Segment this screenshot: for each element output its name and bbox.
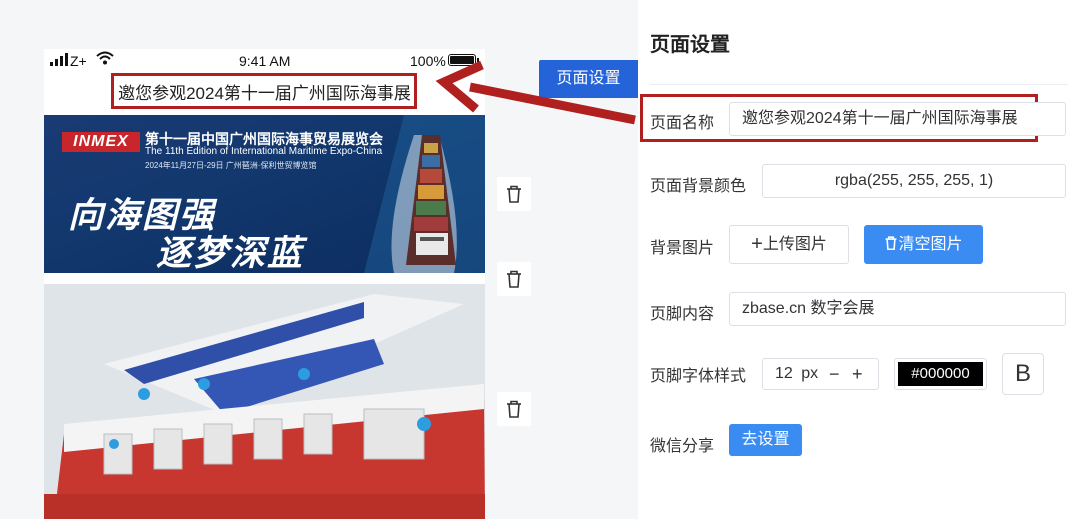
inmex-logo: INMEX [62,132,140,152]
phone-preview: Z+ 9:41 AM 100% 邀您参观2024第十一届广州国际海事展 INME… [44,49,485,519]
footer-label: 页脚内容 [650,306,715,323]
bg-image-label: 背景图片 [650,240,715,257]
footer-content-input[interactable]: zbase.cn 数字会展 [729,292,1066,326]
plus-icon: + [751,233,763,255]
footer-style-label: 页脚字体样式 [650,368,747,385]
trash-icon [507,185,521,203]
trash-icon [507,400,521,418]
trash-icon [507,270,521,288]
bold-toggle[interactable]: B [1002,353,1044,395]
clear-image-button[interactable]: 清空图片 [864,225,983,264]
color-value: #000000 [898,362,983,386]
status-bar: Z+ 9:41 AM 100% [44,49,485,72]
signal-icon [50,52,68,66]
banner-date: 2024年11月27日-29日 广州琶洲·保利世贸博览馆 [145,161,317,170]
divider [650,84,1068,85]
font-size-stepper[interactable]: 12 px − + [762,358,879,390]
increase-button[interactable]: + [852,359,863,389]
page-name-input[interactable]: 邀您参观2024第十一届广州国际海事展 [729,102,1066,136]
status-time: 9:41 AM [239,53,291,69]
delete-image-button[interactable] [497,392,531,426]
wifi-icon [96,51,114,68]
footer-color-picker[interactable]: #000000 [894,358,987,390]
delete-photo-button[interactable] [497,262,531,296]
panel-heading: 页面设置 [650,34,730,56]
upload-image-button[interactable]: +上传图片 [729,225,849,264]
font-size-value: 12 [775,365,793,382]
delete-banner-button[interactable] [497,177,531,211]
red-arrow-annotation [435,60,636,125]
banner-slogan-2: 逐梦深蓝 [156,234,305,273]
wechat-share-label: 微信分享 [650,438,715,455]
font-size-unit: px [801,365,819,382]
bg-color-label: 页面背景颜色 [650,178,747,195]
decrease-button[interactable]: − [829,359,840,389]
trash-icon [886,236,897,250]
carrier-label: Z+ [70,53,87,69]
ship-model-photo[interactable] [44,284,485,519]
title-highlight-box [111,73,417,109]
ship-model-image [44,284,485,519]
bg-color-input[interactable]: rgba(255, 255, 255, 1) [762,164,1066,198]
page-name-label: 页面名称 [650,115,715,132]
wechat-settings-button[interactable]: 去设置 [729,424,802,456]
exhibition-banner[interactable]: INMEX 第十一届中国广州国际海事贸易展览会 The 11th Edition… [44,115,485,273]
settings-panel: 页面设置 页面名称 邀您参观2024第十一届广州国际海事展 页面背景颜色 rgb… [638,0,1080,519]
